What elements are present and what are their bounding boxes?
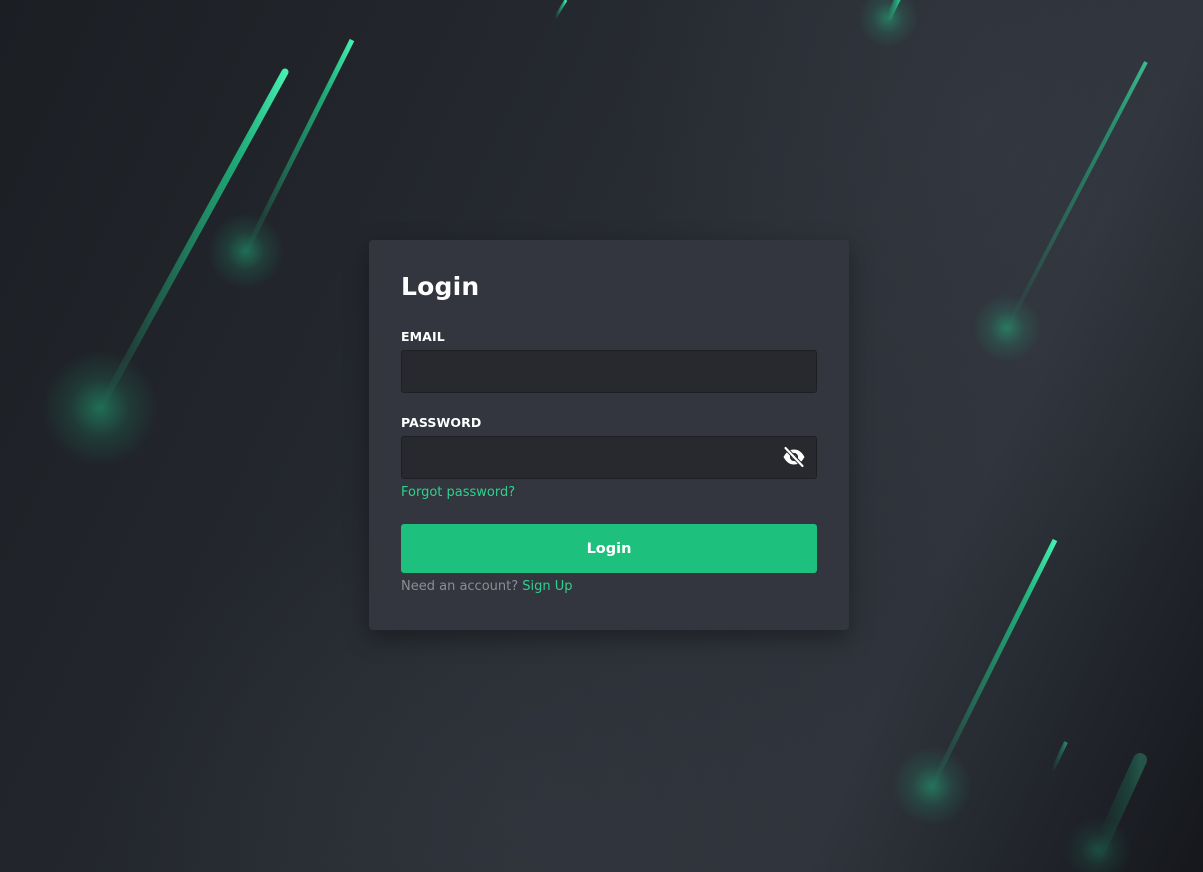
signup-prompt: Need an account? <box>401 579 519 594</box>
password-label: PASSWORD <box>401 415 482 430</box>
meteor <box>1064 753 1147 872</box>
meteor <box>858 0 918 48</box>
email-field[interactable] <box>401 350 817 393</box>
meteor <box>1050 741 1068 772</box>
meteor <box>973 61 1148 362</box>
eye-off-icon[interactable] <box>781 444 807 470</box>
login-card: Login EMAIL PASSWORD Forgot password? Lo… <box>369 240 849 630</box>
signup-link[interactable]: Sign Up <box>522 579 572 594</box>
email-label: EMAIL <box>401 329 445 344</box>
forgot-password-link[interactable]: Forgot password? <box>401 485 515 500</box>
login-title: Login <box>401 272 480 301</box>
meteor <box>892 538 1058 826</box>
password-field[interactable] <box>401 436 817 479</box>
meteor <box>553 0 568 19</box>
signup-row: Need an account? Sign Up <box>401 579 573 594</box>
login-button[interactable]: Login <box>401 524 817 573</box>
